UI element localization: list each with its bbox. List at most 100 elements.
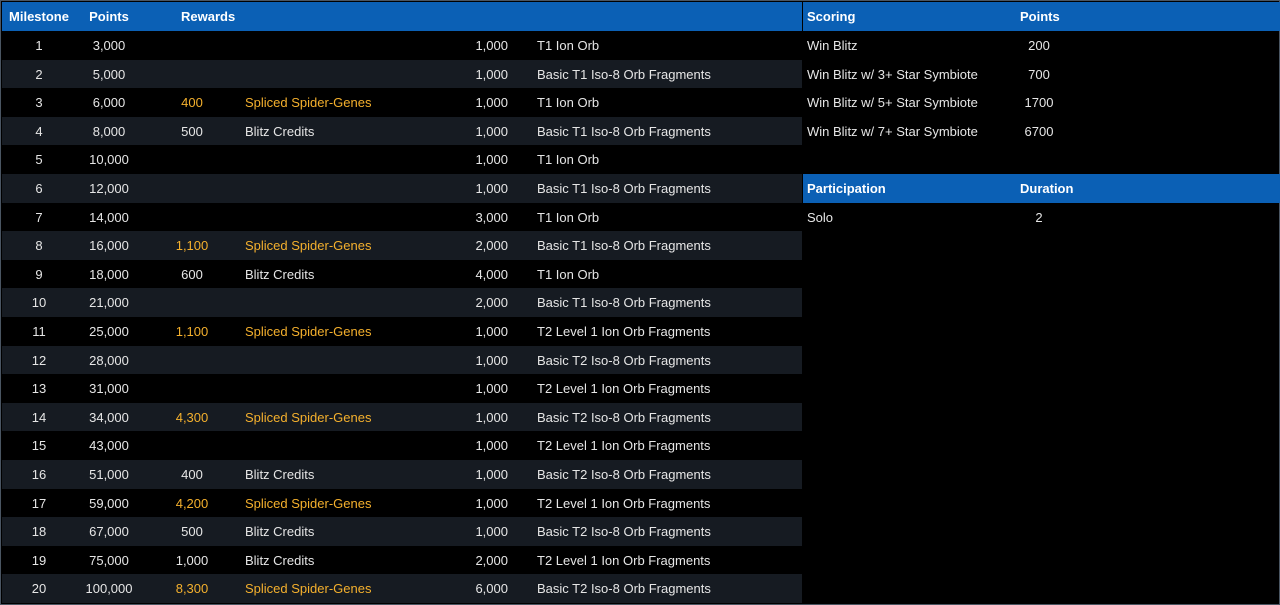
milestones-body: 1 3,000 1,000 T1 Ion Orb 2 5,000 1,000 Basic T1… <box>2 31 802 603</box>
bonus-name: Basic T1 Iso-8 Orb Fragments <box>537 295 711 311</box>
bonus-amount: 1,000 <box>475 38 508 53</box>
bonus-amount: 1,000 <box>475 495 508 511</box>
milestone-points: 51,000 <box>89 466 129 482</box>
bonus-name: T2 Level 1 Ion Orb Fragments <box>537 323 711 339</box>
reward-amount: 500 <box>181 524 203 540</box>
table-row: 1 3,000 1,000 T1 Ion Orb <box>2 31 802 60</box>
bonus-name: T2 Level 1 Ion Orb Fragments <box>537 381 711 397</box>
milestone-number: 18 <box>31 524 47 540</box>
milestone-number: 8 <box>35 238 43 254</box>
bonus-name: T1 Ion Orb <box>537 152 600 168</box>
milestone-points: 10,000 <box>89 152 129 168</box>
milestone-points: 5,000 <box>92 66 126 82</box>
bonus-amount: 1,000 <box>475 95 508 111</box>
milestone-points: 67,000 <box>89 524 129 540</box>
bonus-amount: 1,000 <box>475 524 508 540</box>
milestone-number: 20 <box>31 581 47 597</box>
bonus-name: T1 Ion Orb <box>537 209 600 225</box>
milestone-points: 14,000 <box>89 209 129 225</box>
scoring-points: 200 <box>1028 38 1050 53</box>
reward-amount <box>142 174 242 203</box>
scoring-row: Win Blitz w/ 7+ Star Symbiote 6700 <box>803 117 1280 146</box>
milestone-points: 21,000 <box>89 295 129 311</box>
bonus-name: Basic T2 Iso-8 Orb Fragments <box>537 466 711 482</box>
table-row: 15 43,000 1,000 T2 Level 1 Ion Orb Fragment… <box>2 431 802 460</box>
reward-amount <box>142 31 242 60</box>
bonus-name: Basic T1 Iso-8 Orb Fragments <box>537 66 711 82</box>
bonus-name: T1 Ion Orb <box>537 266 600 282</box>
milestone-number: 9 <box>35 266 43 282</box>
reward-amount <box>142 288 242 317</box>
milestone-number: 12 <box>31 352 47 368</box>
scoring-row: Win Blitz w/ 5+ Star Symbiote 1700 <box>803 88 1280 117</box>
bonus-amount: 1,000 <box>475 180 508 196</box>
scoring-points: 1700 <box>1024 95 1054 111</box>
table-row: 5 10,000 1,000 T1 Ion Orb <box>2 145 802 174</box>
scoring-header: Scoring Points <box>803 2 1280 31</box>
milestone-number: 4 <box>35 123 43 139</box>
milestone-column-header: Milestone <box>9 9 69 24</box>
table-row: 6 12,000 1,000 Basic T1 Iso-8 Orb Fragments <box>2 173 802 203</box>
bonus-amount: 1,000 <box>475 123 508 139</box>
table-row: 18 67,000 500 Blitz Credits 1,000 Basic T2 Is… <box>2 517 802 546</box>
reward-name: Blitz Credits <box>245 466 315 482</box>
reward-amount: 400 <box>181 95 203 111</box>
points-column-header: Points <box>89 9 129 24</box>
milestone-points: 25,000 <box>89 323 129 339</box>
participation-duration: 2 <box>1035 209 1043 225</box>
bonus-amount: 6,000 <box>475 581 508 597</box>
bonus-amount: 1,000 <box>475 323 508 339</box>
table-row: 11 25,000 1,100 Spliced Spider-Genes 1,000 T2… <box>2 317 802 346</box>
bonus-name: Basic T1 Iso-8 Orb Fragments <box>537 123 711 139</box>
milestone-points: 75,000 <box>89 552 129 568</box>
participation-header: Participation Duration <box>803 173 1280 203</box>
reward-amount <box>142 431 242 460</box>
table-row: 10 21,000 2,000 Basic T1 Iso-8 Orb Fragment… <box>2 288 802 317</box>
bonus-name: T2 Level 1 Ion Orb Fragments <box>537 552 711 568</box>
reward-name: Spliced Spider-Genes <box>245 409 372 425</box>
scoring-label: Win Blitz w/ 3+ Star Symbiote <box>807 66 978 82</box>
scoring-points: 700 <box>1028 66 1050 82</box>
reward-amount <box>142 60 242 89</box>
milestone-number: 17 <box>31 495 47 511</box>
reward-amount: 600 <box>181 266 203 282</box>
milestone-number: 16 <box>31 466 47 482</box>
table-row: 16 51,000 400 Blitz Credits 1,000 Basic T2 Is… <box>2 459 802 489</box>
bonus-name: Basic T2 Iso-8 Orb Fragments <box>537 581 711 597</box>
bonus-amount: 1,000 <box>475 438 508 454</box>
milestone-number: 10 <box>31 295 47 311</box>
table-row: 17 59,000 4,200 Spliced Spider-Genes 1,000 T2… <box>2 489 802 518</box>
table-row: 20 100,000 8,300 Spliced Spider-Genes 6,000 B… <box>2 574 802 603</box>
bonus-name: T2 Level 1 Ion Orb Fragments <box>537 495 711 511</box>
reward-name: Spliced Spider-Genes <box>245 238 372 254</box>
bonus-name: Basic T1 Iso-8 Orb Fragments <box>537 238 711 254</box>
duration-column-header: Duration <box>1020 180 1074 196</box>
bonus-amount: 1,000 <box>475 66 508 82</box>
milestone-points: 6,000 <box>92 95 126 111</box>
reward-amount <box>142 203 242 232</box>
milestone-points: 16,000 <box>89 238 129 254</box>
bonus-name: Basic T1 Iso-8 Orb Fragments <box>537 180 711 196</box>
bonus-amount: 2,000 <box>475 238 508 254</box>
rewards-column-header: Rewards <box>181 9 236 24</box>
participation-body: Solo 2 <box>803 203 1280 232</box>
bonus-name: T2 Level 1 Ion Orb Fragments <box>537 438 711 454</box>
table-row: 12 28,000 1,000 Basic T2 Iso-8 Orb Fragment… <box>2 345 802 375</box>
milestone-number: 14 <box>31 409 47 425</box>
reward-amount: 400 <box>181 466 203 482</box>
milestone-number: 6 <box>35 180 43 196</box>
scoring-label: Win Blitz w/ 5+ Star Symbiote <box>807 95 978 111</box>
reward-amount: 1,000 <box>175 552 209 568</box>
milestones-header: Milestone Points Rewards <box>2 2 802 31</box>
reward-name: Spliced Spider-Genes <box>245 581 372 597</box>
reward-amount: 500 <box>181 123 203 139</box>
table-row: 4 8,000 500 Blitz Credits 1,000 Basic T1 Iso-… <box>2 116 802 146</box>
table-row: 9 18,000 600 Blitz Credits 4,000 T1 Ion Orb <box>2 260 802 289</box>
bonus-name: T1 Ion Orb <box>537 38 600 53</box>
milestone-points: 59,000 <box>89 495 129 511</box>
scoring-points: 6700 <box>1024 123 1054 139</box>
table-spacer <box>803 145 1280 174</box>
milestone-points: 3,000 <box>92 38 126 53</box>
reward-name: Blitz Credits <box>245 266 315 282</box>
milestone-points: 12,000 <box>89 180 129 196</box>
